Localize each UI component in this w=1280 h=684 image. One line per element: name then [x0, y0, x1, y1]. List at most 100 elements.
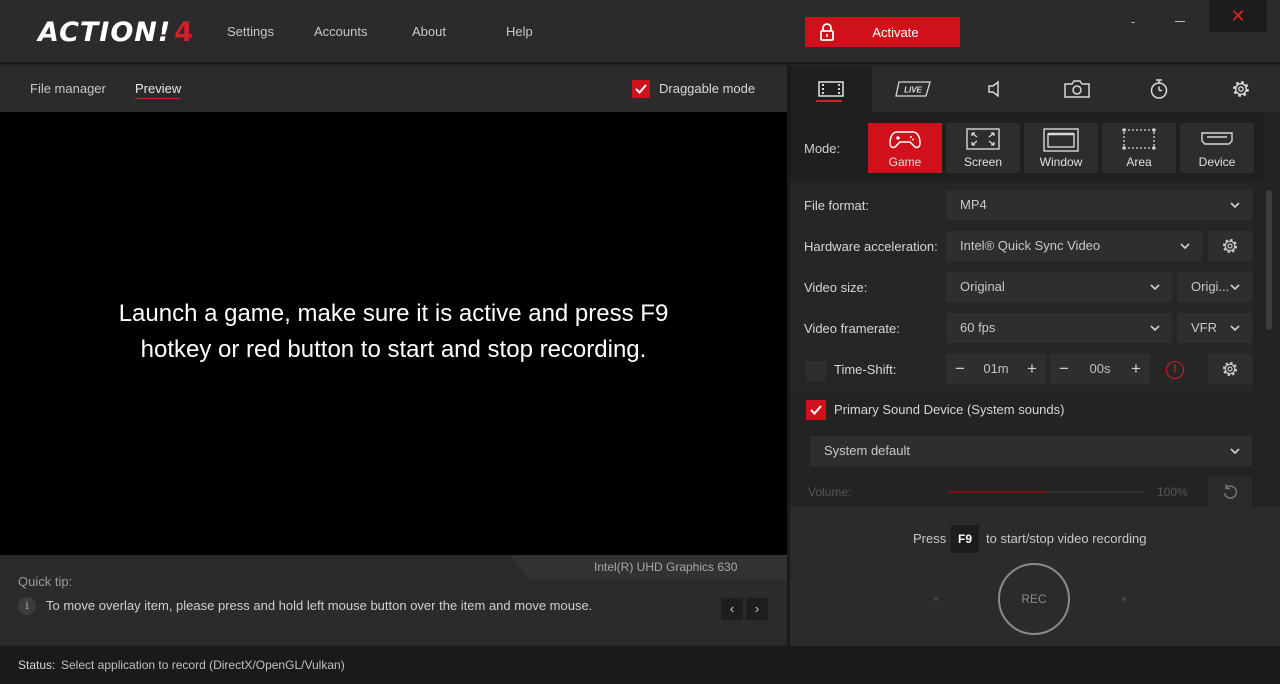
tab-live[interactable]: LIVE [872, 66, 954, 112]
status-bar: Status: Select application to record (Di… [0, 646, 1280, 684]
minutes-decrement-button[interactable]: − [946, 354, 974, 384]
nav-help[interactable]: Help [506, 24, 533, 39]
mode-screen-button[interactable]: Screen [946, 123, 1020, 173]
camera-icon [1064, 80, 1090, 98]
rec-indicator-dot [1122, 597, 1126, 601]
left-tab-bar: File manager Preview Draggable mode [0, 66, 788, 112]
mode-window-label: Window [1039, 155, 1083, 169]
activate-button[interactable]: Activate [805, 17, 960, 47]
volume-slider[interactable] [948, 491, 1144, 493]
stopwatch-icon [1150, 79, 1168, 99]
mode-game-label: Game [888, 155, 922, 169]
hw-accel-value: Intel® Quick Sync Video [960, 238, 1101, 253]
tab-preview[interactable]: Preview [135, 81, 182, 99]
status-label: Status: [18, 658, 56, 672]
volume-slider-fill [948, 491, 1046, 493]
draggable-mode-label: Draggable mode [659, 81, 756, 96]
info-icon: i [18, 597, 36, 615]
minimize-button[interactable]: - [1125, 14, 1141, 30]
time-shift-minutes-stepper: − 01m + [946, 354, 1046, 384]
mode-area-button[interactable]: Area [1102, 123, 1176, 173]
screen-icon [966, 128, 1000, 150]
time-shift-settings-button[interactable] [1208, 354, 1252, 384]
capture-mode-row: Mode: Game Screen Window Area Device [790, 112, 1264, 180]
mode-window-button[interactable]: Window [1024, 123, 1098, 173]
maximize-button[interactable] [1170, 12, 1190, 32]
file-format-label: File format: [804, 198, 870, 213]
minutes-increment-button[interactable]: + [1018, 354, 1046, 384]
activate-label: Activate [872, 24, 919, 40]
preview-area: Launch a game, make sure it is active an… [0, 112, 787, 555]
gear-icon [1222, 361, 1238, 377]
video-size-label: Video size: [804, 280, 868, 295]
hw-accel-select[interactable]: Intel® Quick Sync Video [946, 231, 1202, 261]
right-tab-bar: LIVE [790, 66, 1280, 112]
volume-reset-button[interactable] [1208, 477, 1252, 507]
rec-indicator-dot [934, 597, 938, 601]
hw-accel-settings-button[interactable] [1208, 231, 1252, 261]
chevron-down-icon [1150, 325, 1160, 332]
tab-settings[interactable] [1200, 66, 1280, 112]
live-badge-text: LIVE [904, 86, 922, 95]
settings-scrollbar[interactable] [1266, 190, 1272, 330]
tab-audio[interactable] [954, 66, 1036, 112]
gamepad-icon [889, 131, 921, 149]
checkmark-icon [635, 84, 647, 94]
time-shift-checkbox[interactable] [806, 361, 826, 381]
chevron-down-icon [1150, 284, 1160, 291]
live-icon: LIVE [895, 81, 931, 97]
framerate-select[interactable]: 60 fps [946, 313, 1172, 343]
tab-screenshot[interactable] [1036, 66, 1118, 112]
film-icon [818, 81, 844, 97]
mode-area-label: Area [1126, 155, 1152, 169]
chevron-down-icon [1230, 325, 1240, 332]
quick-tip-panel: Intel(R) UHD Graphics 630 Quick tip: i T… [0, 555, 788, 645]
warning-icon[interactable]: ! [1166, 361, 1184, 379]
gpu-name: Intel(R) UHD Graphics 630 [594, 560, 738, 574]
seconds-decrement-button[interactable]: − [1050, 354, 1078, 384]
seconds-value: 00s [1089, 361, 1111, 376]
nav-accounts[interactable]: Accounts [314, 24, 367, 39]
reset-icon [1223, 484, 1238, 499]
tip-next-button[interactable]: › [746, 598, 768, 620]
file-format-value: MP4 [960, 197, 987, 212]
chevron-down-icon [1230, 448, 1240, 455]
sound-device-select[interactable]: System default [810, 436, 1252, 466]
seconds-increment-button[interactable]: + [1122, 354, 1150, 384]
video-size-select[interactable]: Original [946, 272, 1172, 302]
mode-game-button[interactable]: Game [868, 123, 942, 173]
file-format-select[interactable]: MP4 [946, 190, 1252, 220]
video-size-secondary-select[interactable]: Origi... [1177, 272, 1252, 302]
framerate-label: Video framerate: [804, 321, 900, 336]
close-button[interactable]: ✕ [1209, 0, 1267, 32]
hotkey-badge: F9 [951, 525, 979, 553]
nav-about[interactable]: About [412, 24, 446, 39]
rec-button[interactable]: REC [998, 563, 1070, 635]
title-bar: ACTION! 4 Settings Accounts About Help Ac… [0, 0, 1280, 64]
quick-tip-text: To move overlay item, please press and h… [46, 598, 593, 613]
nav-settings[interactable]: Settings [227, 24, 274, 39]
gear-icon [1233, 81, 1249, 97]
hotkey-description: to start/stop video recording [986, 531, 1147, 546]
framerate-value: 60 fps [960, 320, 996, 335]
primary-sound-checkbox[interactable] [806, 400, 826, 420]
gear-icon [1222, 238, 1238, 254]
preview-message: Launch a game, make sure it is active an… [118, 300, 669, 363]
mode-device-button[interactable]: Device [1180, 123, 1254, 173]
tab-video[interactable] [790, 66, 872, 112]
tab-timer[interactable] [1118, 66, 1200, 112]
time-shift-label: Time-Shift: [834, 362, 897, 377]
video-settings-panel: File format: MP4 Hardware acceleration: … [790, 180, 1280, 507]
chevron-down-icon [1230, 284, 1240, 291]
tip-prev-button[interactable]: ‹ [721, 598, 743, 620]
time-shift-seconds-stepper: − 00s + [1050, 354, 1150, 384]
checkmark-icon [810, 405, 822, 415]
tab-file-manager[interactable]: File manager [30, 81, 106, 96]
active-tab-indicator [816, 100, 842, 102]
window-icon [1043, 128, 1079, 152]
framerate-mode-select[interactable]: VFR [1177, 313, 1252, 343]
volume-value: 100% [1157, 485, 1188, 499]
quick-tip-title: Quick tip: [18, 574, 73, 589]
video-size-value: Original [960, 279, 1005, 294]
draggable-mode-checkbox[interactable] [632, 80, 650, 98]
